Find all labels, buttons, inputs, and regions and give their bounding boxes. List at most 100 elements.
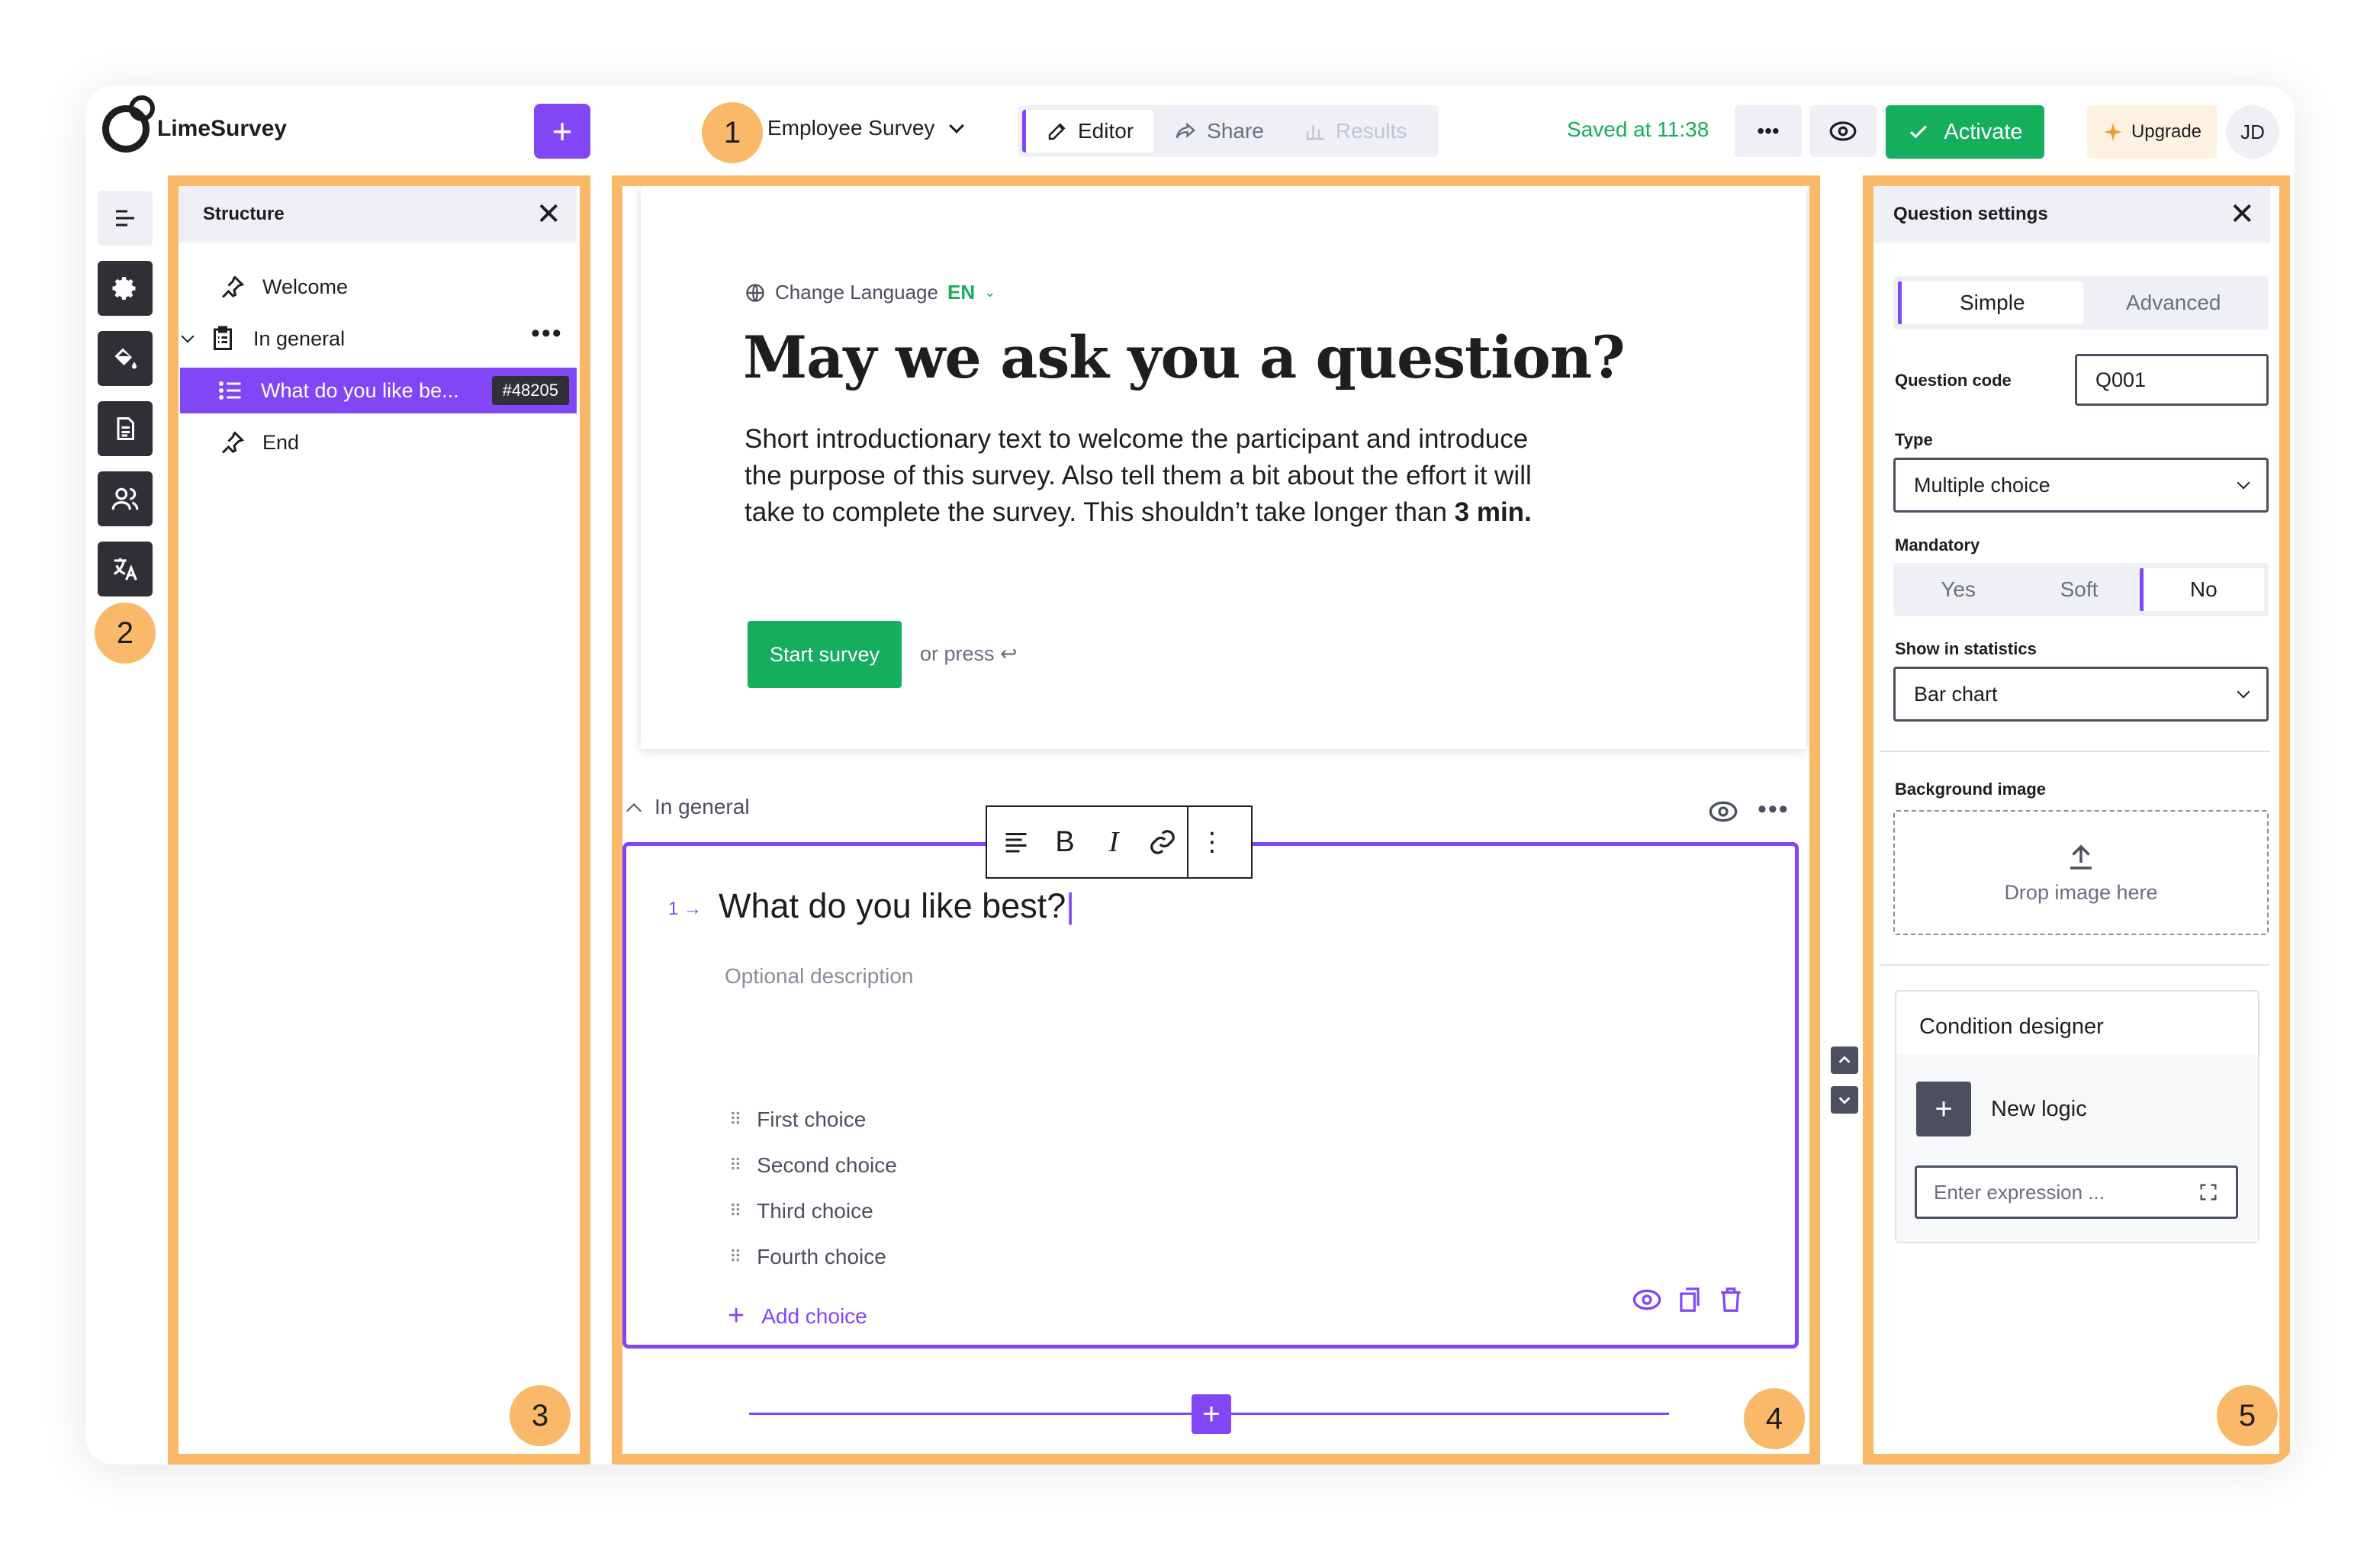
sparkle-icon [2104, 123, 2122, 141]
chevron-down-icon: ⌄ [984, 285, 996, 300]
tree-item-end[interactable]: End [218, 420, 299, 465]
question-description[interactable]: Optional description [725, 964, 913, 989]
mandatory-no[interactable]: No [2139, 568, 2264, 611]
add-button[interactable]: + [534, 104, 590, 159]
move-up-button[interactable] [1831, 1046, 1858, 1074]
chevron-down-icon [949, 118, 965, 133]
preview-button[interactable] [1809, 105, 1877, 157]
chevron-up-icon [1838, 1056, 1851, 1063]
move-down-button[interactable] [1831, 1086, 1858, 1114]
condition-designer-title: Condition designer [1919, 1014, 2104, 1039]
pages-button[interactable] [98, 401, 153, 456]
tree-item-welcome[interactable]: Welcome [218, 264, 348, 310]
mandatory-yes[interactable]: Yes [1898, 568, 2018, 611]
choice-label: Third choice [757, 1199, 873, 1223]
bold-icon[interactable]: B [1040, 826, 1089, 859]
tab-advanced[interactable]: Advanced [2083, 281, 2265, 324]
choice-item[interactable]: ⠿ Third choice [729, 1199, 873, 1223]
welcome-headline[interactable]: May we ask you a question? [743, 323, 1626, 391]
logo-text: LimeSurvey [157, 116, 288, 141]
document-icon [117, 417, 134, 440]
question-title[interactable]: What do you like best?| [719, 886, 1075, 926]
eye-icon [1829, 121, 1857, 141]
participants-button[interactable] [98, 471, 153, 526]
change-language-dropdown[interactable]: Change Language EN ⌄ [745, 281, 995, 304]
link-icon[interactable] [1138, 828, 1187, 857]
drop-text: Drop image here [2004, 880, 2158, 904]
text-cursor: | [1066, 886, 1075, 925]
group-header[interactable]: In general [626, 795, 750, 819]
copy-icon[interactable] [1675, 1284, 1704, 1315]
statistics-label: Show in statistics [1895, 639, 2037, 658]
tab-results[interactable]: Results [1284, 110, 1426, 153]
type-label: Type [1895, 430, 1933, 449]
theme-button[interactable] [98, 331, 153, 386]
structure-title: Structure [203, 204, 285, 224]
add-question-button[interactable]: + [1192, 1394, 1231, 1434]
divider [1880, 964, 2270, 966]
expand-icon[interactable] [2198, 1181, 2219, 1203]
expression-placeholder: Enter expression ... [1934, 1180, 2105, 1204]
start-survey-button[interactable]: Start survey [748, 621, 902, 688]
tree-item-question[interactable]: What do you like be... #48205 [180, 368, 577, 413]
rich-text-toolbar: B I ⋮ [986, 805, 1253, 879]
upgrade-button[interactable]: Upgrade [2087, 105, 2217, 159]
italic-icon[interactable]: I [1089, 825, 1138, 859]
group-options-button[interactable]: ••• [531, 319, 563, 349]
tab-simple[interactable]: Simple [1898, 281, 2083, 324]
activate-button[interactable]: Activate [1886, 105, 2044, 159]
settings-button[interactable] [98, 261, 153, 316]
tree-item-group[interactable]: In general [181, 316, 346, 362]
avatar[interactable]: JD [2226, 105, 2279, 159]
question-code-input[interactable]: Q001 [2075, 354, 2269, 406]
mandatory-soft[interactable]: Soft [2018, 568, 2139, 611]
add-choice-button[interactable]: + Add choice [728, 1300, 867, 1333]
more-vertical-icon[interactable]: ⋮ [1187, 805, 1236, 879]
chevron-up-icon[interactable] [626, 803, 642, 818]
close-icon[interactable]: ✕ [2229, 199, 2255, 230]
align-icon[interactable] [992, 828, 1040, 856]
statistics-select[interactable]: Bar chart [1893, 667, 2269, 722]
pin-icon [221, 431, 245, 454]
menu-toggle-button[interactable] [98, 191, 153, 246]
choice-item[interactable]: ⠿ Second choice [729, 1153, 897, 1178]
trash-icon[interactable] [1716, 1284, 1745, 1315]
translate-button[interactable] [98, 542, 153, 596]
choice-item[interactable]: ⠿ First choice [729, 1108, 866, 1132]
logo[interactable]: LimeSurvey [102, 95, 288, 153]
type-select[interactable]: Multiple choice [1893, 458, 2269, 513]
drag-handle-icon[interactable]: ⠿ [729, 1110, 741, 1130]
annotation-marker: 1 [702, 102, 763, 163]
app-window: LimeSurvey + Employee Survey Editor Shar… [85, 85, 2295, 1464]
globe-icon [746, 283, 764, 302]
expression-input[interactable]: Enter expression ... [1915, 1165, 2238, 1219]
pin-icon [221, 275, 245, 298]
survey-title-dropdown[interactable]: Employee Survey [767, 116, 965, 140]
new-logic-button[interactable]: + [1916, 1082, 1971, 1136]
eye-icon[interactable] [1706, 796, 1741, 827]
tree-item-label: In general [253, 326, 346, 350]
drag-handle-icon[interactable]: ⠿ [729, 1247, 741, 1267]
upload-icon [2070, 844, 2092, 870]
more-options-button[interactable]: ••• [1735, 105, 1802, 157]
drag-handle-icon[interactable]: ⠿ [729, 1201, 741, 1221]
drag-handle-icon[interactable]: ⠿ [729, 1156, 741, 1175]
type-value: Multiple choice [1914, 473, 2050, 497]
checkmark-icon [1910, 125, 1928, 139]
close-icon[interactable]: ✕ [536, 199, 561, 230]
welcome-intro[interactable]: Short introductionary text to welcome th… [745, 421, 1538, 531]
tab-share[interactable]: Share [1153, 110, 1284, 153]
choice-label: First choice [757, 1108, 867, 1131]
new-logic-label[interactable]: New logic [1991, 1097, 2087, 1122]
chevron-down-icon[interactable] [181, 330, 195, 343]
limesurvey-logo-icon [102, 95, 155, 153]
question-id-badge: #48205 [491, 376, 569, 405]
mandatory-toggle: Yes Soft No [1893, 563, 2269, 616]
choice-item[interactable]: ⠿ Fourth choice [729, 1245, 886, 1269]
group-more-button[interactable]: ••• [1758, 795, 1790, 825]
image-dropzone[interactable]: Drop image here [1893, 810, 2269, 935]
translate-icon [113, 558, 137, 580]
eye-icon[interactable] [1629, 1284, 1664, 1315]
gear-icon [112, 277, 136, 300]
tab-editor[interactable]: Editor [1022, 110, 1154, 153]
